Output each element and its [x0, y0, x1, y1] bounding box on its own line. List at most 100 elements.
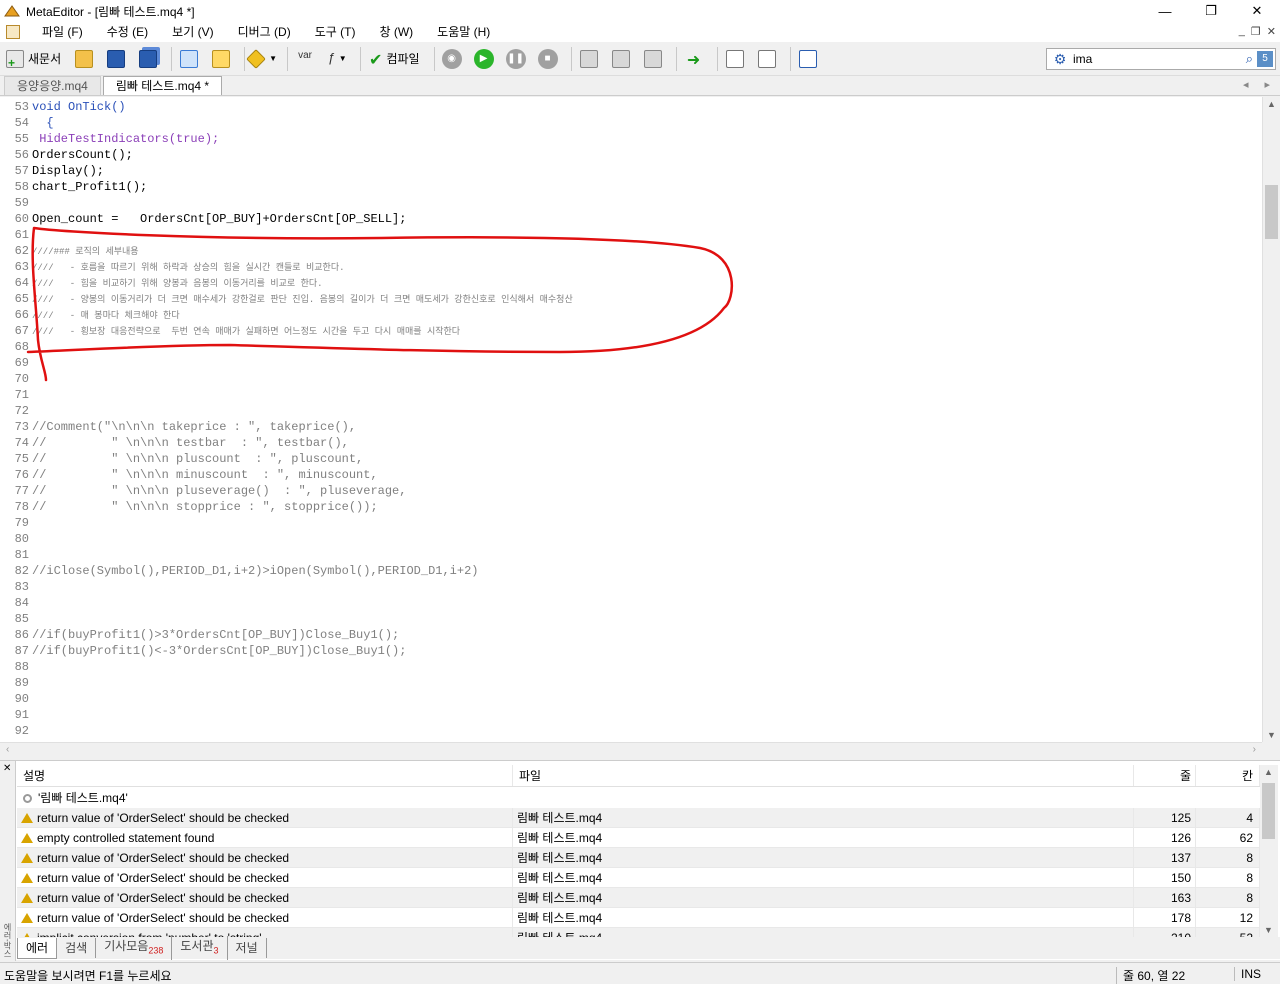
gear-icon[interactable]: ⚙: [1051, 50, 1069, 68]
menu-window[interactable]: 창 (W): [367, 22, 425, 42]
code-line[interactable]: 87//if(buyProfit1()<-3*OrdersCnt[OP_BUY]…: [0, 643, 1262, 659]
copy-button[interactable]: [722, 46, 748, 72]
code-line[interactable]: 80: [0, 531, 1262, 547]
tab-scroll-left-icon[interactable]: ◂: [1243, 78, 1249, 91]
code-line[interactable]: 64//// - 힘을 비교하기 위해 양봉과 음봉의 이동거리를 비교로 한다…: [0, 275, 1262, 291]
error-row[interactable]: return value of 'OrderSelect' should be …: [17, 868, 1260, 888]
variable-button[interactable]: var: [292, 46, 318, 72]
terminal-button[interactable]: [795, 46, 821, 72]
step-into-button[interactable]: [576, 46, 602, 72]
code-line[interactable]: 60 Open_count = OrdersCnt[OP_BUY]+OrdersC…: [0, 211, 1262, 227]
code-line[interactable]: 92: [0, 723, 1262, 739]
error-row[interactable]: return value of 'OrderSelect' should be …: [17, 908, 1260, 928]
code-line[interactable]: 54 {: [0, 115, 1262, 131]
maximize-button[interactable]: ❐: [1188, 0, 1234, 22]
step-out-button[interactable]: [640, 46, 666, 72]
column-file[interactable]: 파일: [513, 765, 1134, 786]
menu-file[interactable]: 파일 (F): [30, 22, 95, 42]
go-to-button[interactable]: ➜: [681, 46, 707, 72]
toolbox-close-icon[interactable]: ✕: [3, 763, 11, 774]
code-line[interactable]: 59: [0, 195, 1262, 211]
code-line[interactable]: 90: [0, 691, 1262, 707]
scroll-left-icon[interactable]: ‹: [6, 744, 9, 755]
mdi-minimize-button[interactable]: _: [1239, 25, 1245, 38]
code-line[interactable]: 78// " \n\n\n stopprice : ", stopprice()…: [0, 499, 1262, 515]
code-line[interactable]: 68: [0, 339, 1262, 355]
code-line[interactable]: 76// " \n\n\n minuscount : ", minuscount…: [0, 467, 1262, 483]
navigator-button[interactable]: [208, 46, 234, 72]
mdi-close-button[interactable]: ✕: [1267, 25, 1276, 38]
search-input[interactable]: [1073, 52, 1223, 66]
stop-debug-button[interactable]: ■: [535, 46, 561, 72]
code-line[interactable]: 62////### 로직의 세부내용: [0, 243, 1262, 259]
search-icon[interactable]: ⌕: [1246, 51, 1253, 67]
document-icon[interactable]: [6, 25, 20, 39]
code-line[interactable]: 57 Display();: [0, 163, 1262, 179]
start-debug-button[interactable]: ▶: [471, 46, 497, 72]
tab-articles[interactable]: 기사모음238: [96, 935, 173, 961]
minimize-button[interactable]: —: [1142, 0, 1188, 22]
close-button[interactable]: ✕: [1234, 0, 1280, 22]
menu-debug[interactable]: 디버그 (D): [226, 22, 303, 42]
menu-tools[interactable]: 도구 (T): [303, 22, 368, 42]
code-line[interactable]: 83: [0, 579, 1262, 595]
tab-journal[interactable]: 저널: [228, 938, 267, 958]
tab-file-1[interactable]: 응양응양.mq4: [4, 76, 101, 95]
code-line[interactable]: 85: [0, 611, 1262, 627]
code-line[interactable]: 81: [0, 547, 1262, 563]
save-button[interactable]: [103, 46, 129, 72]
code-line[interactable]: 58 chart_Profit1();: [0, 179, 1262, 195]
code-editor[interactable]: 53 void OnTick() 54 {55 HideTestIndicators…: [0, 97, 1262, 742]
code-line[interactable]: 73//Comment("\n\n\n takeprice : ", takep…: [0, 419, 1262, 435]
menu-view[interactable]: 보기 (V): [160, 22, 225, 42]
code-line[interactable]: 55 HideTestIndicators(true);: [0, 131, 1262, 147]
code-line[interactable]: 72: [0, 403, 1262, 419]
column-column[interactable]: 칸: [1196, 765, 1260, 786]
scrollbar-thumb[interactable]: [1265, 185, 1278, 239]
editor-horizontal-scrollbar[interactable]: ‹ ›: [0, 742, 1262, 757]
editor-vertical-scrollbar[interactable]: ▲ ▼: [1262, 97, 1280, 742]
tab-file-2[interactable]: 림빠 테스트.mq4 *: [102, 76, 223, 95]
toolbox-vertical-scrollbar[interactable]: ▲ ▼: [1260, 765, 1278, 937]
code-line[interactable]: 84: [0, 595, 1262, 611]
compile-button[interactable]: ✔ 컴파일: [365, 46, 424, 72]
code-line[interactable]: 86//if(buyProfit1()>3*OrdersCnt[OP_BUY])…: [0, 627, 1262, 643]
code-line[interactable]: 61: [0, 227, 1262, 243]
code-line[interactable]: 89: [0, 675, 1262, 691]
code-line[interactable]: 88: [0, 659, 1262, 675]
code-line[interactable]: 67//// - 횡보장 대응전략으로 두번 연속 매매가 실패하면 어느정도 …: [0, 323, 1262, 339]
error-row[interactable]: return value of 'OrderSelect' should be …: [17, 888, 1260, 908]
code-line[interactable]: 56 OrdersCount();: [0, 147, 1262, 163]
code-line[interactable]: 82//iClose(Symbol(),PERIOD_D1,i+2)>iOpen…: [0, 563, 1262, 579]
function-button[interactable]: ƒ ▼: [324, 46, 350, 72]
code-line[interactable]: 66//// - 매 봉마다 체크해야 한다: [0, 307, 1262, 323]
scroll-down-icon[interactable]: ▼: [1264, 925, 1273, 935]
code-line[interactable]: 79: [0, 515, 1262, 531]
search-results-badge[interactable]: 5: [1257, 51, 1273, 67]
tab-search[interactable]: 검색: [57, 938, 97, 958]
tab-scroll-right-icon[interactable]: ▸: [1264, 78, 1270, 91]
step-over-button[interactable]: [608, 46, 634, 72]
code-line[interactable]: 63//// - 호름을 따르기 위해 하락과 상승의 힘을 실시간 캔들로 비…: [0, 259, 1262, 275]
code-line[interactable]: 69: [0, 355, 1262, 371]
mdi-restore-button[interactable]: ❐: [1251, 25, 1261, 38]
scroll-up-icon[interactable]: ▲: [1267, 99, 1276, 109]
tab-code-base[interactable]: 도서관3: [172, 935, 228, 961]
pause-debug-button[interactable]: ❚❚: [503, 46, 529, 72]
code-line[interactable]: 65//// - 양봉의 이동거리가 더 크면 매수세가 강한걸로 판단 진입.…: [0, 291, 1262, 307]
code-line[interactable]: 77// " \n\n\n pluseverage() : ", pluseve…: [0, 483, 1262, 499]
code-line[interactable]: 74// " \n\n\n testbar : ", testbar(),: [0, 435, 1262, 451]
code-line[interactable]: 91: [0, 707, 1262, 723]
code-line[interactable]: 75// " \n\n\n pluscount : ", pluscount,: [0, 451, 1262, 467]
toolbox-toggle-button[interactable]: [176, 46, 202, 72]
scroll-down-icon[interactable]: ▼: [1267, 730, 1276, 740]
error-row[interactable]: return value of 'OrderSelect' should be …: [17, 848, 1260, 868]
insert-resource-button[interactable]: ▼: [246, 46, 277, 72]
find-button[interactable]: [754, 46, 780, 72]
start-profiling-button[interactable]: ◉: [439, 46, 465, 72]
scrollbar-thumb[interactable]: [1262, 783, 1275, 839]
error-row[interactable]: empty controlled statement found 림빠 테스트.m…: [17, 828, 1260, 848]
scroll-right-icon[interactable]: ›: [1253, 744, 1256, 755]
menu-edit[interactable]: 수정 (E): [95, 22, 160, 42]
column-description[interactable]: 설명: [17, 765, 513, 786]
